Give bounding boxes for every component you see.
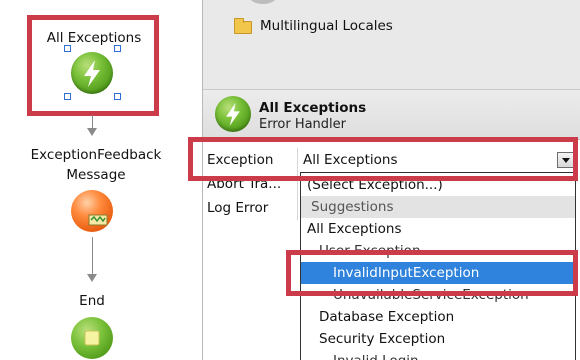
dropdown-option[interactable]: All Exceptions xyxy=(301,218,575,240)
selection-handle[interactable] xyxy=(114,93,121,100)
exception-select-value: All Exceptions xyxy=(303,152,398,168)
start-node-label: All Exceptions xyxy=(46,30,142,46)
property-row-exception: Exception All Exceptions xyxy=(203,148,580,172)
arrow-down-icon xyxy=(87,274,97,282)
dropdown-option[interactable]: UnavailableServiceException xyxy=(301,284,575,306)
chevron-down-icon[interactable] xyxy=(557,152,574,168)
property-name: Abort Tra... xyxy=(207,176,282,192)
exception-dropdown-list[interactable]: (Select Exception...) Suggestions All Ex… xyxy=(300,172,576,360)
feedback-message-node-icon[interactable] xyxy=(71,190,113,232)
dropdown-option[interactable]: (Select Exception...) xyxy=(301,174,575,196)
tree-item-multilingual-locales[interactable]: Multilingual Locales xyxy=(260,18,393,34)
selection-handle[interactable] xyxy=(64,93,71,100)
connector-line xyxy=(92,115,93,129)
end-node-label: End xyxy=(79,293,105,309)
folder-icon xyxy=(234,18,252,34)
property-name: Log Error xyxy=(207,200,269,216)
selection-handle[interactable] xyxy=(64,45,71,52)
lightning-bolt-icon xyxy=(84,60,100,87)
tree-node-partial-icon xyxy=(250,0,276,4)
flow-canvas[interactable]: All Exceptions ExceptionFeedback Message… xyxy=(0,0,202,360)
dropdown-option[interactable]: Database Exception xyxy=(301,306,575,328)
dropdown-option-selected[interactable]: InvalidInputException xyxy=(301,262,575,284)
property-name: Exception xyxy=(207,152,274,168)
element-tree[interactable]: Multilingual Locales xyxy=(203,0,580,90)
element-header: All Exceptions Error Handler xyxy=(203,90,580,140)
dropdown-section-header: Suggestions xyxy=(301,196,575,218)
stop-square-icon xyxy=(84,330,100,346)
exception-select[interactable]: All Exceptions xyxy=(298,148,578,172)
dropdown-option[interactable]: User Exception xyxy=(301,240,575,262)
selection-handle[interactable] xyxy=(114,45,121,52)
error-handler-icon xyxy=(215,96,251,132)
lightning-bolt-icon xyxy=(226,102,240,126)
feedback-node-label-line1: ExceptionFeedback xyxy=(30,147,162,163)
divider xyxy=(297,196,298,220)
feedback-node-label-line2: Message xyxy=(66,167,126,183)
element-type: Error Handler xyxy=(259,117,347,132)
end-node-icon[interactable] xyxy=(71,317,113,359)
connector-line xyxy=(92,237,93,275)
dropdown-option[interactable]: Security Exception xyxy=(301,328,575,350)
error-handler-node-icon[interactable] xyxy=(71,52,113,94)
element-title: All Exceptions xyxy=(259,100,367,116)
arrow-down-icon xyxy=(87,128,97,136)
dropdown-option[interactable]: Invalid Login xyxy=(301,350,575,360)
divider xyxy=(297,172,298,196)
message-icon xyxy=(88,214,108,226)
